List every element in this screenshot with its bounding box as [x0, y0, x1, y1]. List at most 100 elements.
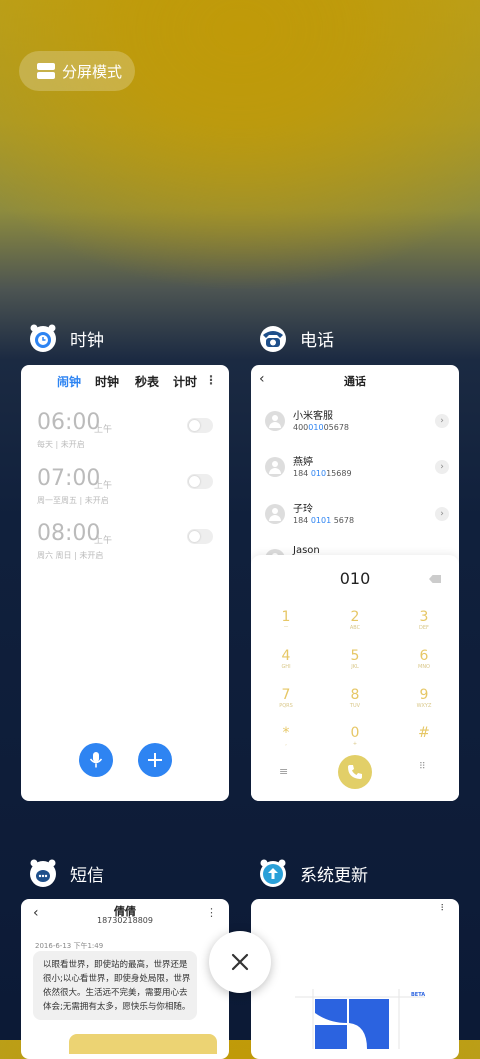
dial-key-digit: 6 [419, 648, 429, 664]
alarm-time: 07:00 [37, 466, 101, 491]
update-app-name: 系统更新 [300, 865, 368, 886]
clear-all-button[interactable] [209, 931, 271, 993]
microphone-icon [89, 752, 103, 768]
contact-row[interactable]: 燕婷 184 01015689 › [265, 451, 449, 487]
contact-name: 子玲 [293, 504, 313, 515]
alarm-time: 08:00 [37, 521, 101, 546]
beta-badge: BETA [411, 992, 426, 998]
contact-row[interactable]: 小米客服 40001005678 › [265, 405, 449, 441]
dial-key-letters: MNO [418, 664, 430, 670]
dial-key-letters: ABC [349, 625, 361, 631]
dial-key-digit: 0 [350, 725, 360, 741]
dial-key[interactable]: 1ㅡ [271, 609, 301, 631]
dial-key-letters: JKL [351, 664, 359, 670]
voice-alarm-button[interactable] [79, 743, 113, 777]
dial-key[interactable]: 6 MNO [409, 648, 439, 670]
contact-avatar [265, 411, 285, 431]
dial-key[interactable]: # [409, 725, 439, 741]
dial-key-letters: TUV [349, 703, 361, 709]
alarm-item[interactable]: 07:00 上午 周一至周五 | 未开启 [37, 466, 213, 510]
dial-key[interactable]: 4 GHI [271, 648, 301, 670]
dial-key-digit: 7 [281, 687, 291, 703]
dial-key-digit: 5 [350, 648, 360, 664]
dial-key-letters: , [285, 741, 287, 747]
split-screen-label: 分屏模式 [62, 62, 123, 81]
dial-key-digit: 2 [350, 609, 360, 625]
dial-key-letters: + [352, 741, 358, 747]
phone-app-icon [260, 326, 286, 352]
alarm-item[interactable]: 08:00 上午 周六 周日 | 未开启 [37, 521, 213, 565]
dial-key[interactable]: 3 DEF [409, 609, 439, 631]
split-screen-button[interactable]: 分屏模式 [19, 51, 135, 91]
more-options-icon[interactable]: ⋮ [206, 906, 217, 919]
dial-key[interactable]: *, [271, 725, 301, 747]
alarm-period: 上午 [94, 425, 113, 435]
update-app-header[interactable]: 系统更新 [258, 858, 368, 888]
phone-app-header[interactable]: 电话 [258, 323, 334, 353]
sms-app-card[interactable]: ‹ 倩倩 18730218809 ⋮ 2016-6-13 下午1:49 以眼看世… [21, 899, 229, 1059]
dial-key-letters: DEF [419, 625, 429, 631]
dial-key[interactable]: 9 WXYZ [409, 687, 439, 709]
phone-app-name: 电话 [300, 330, 334, 351]
dial-key-digit: 9 [419, 687, 429, 703]
dial-key-digit: 4 [281, 648, 291, 664]
more-options-icon[interactable]: ⠇ [440, 904, 447, 914]
message-timestamp: 2016-6-13 下午1:49 [35, 942, 104, 950]
more-options-icon[interactable]: ⋮ [205, 373, 217, 387]
menu-icon[interactable]: ≡ [279, 765, 288, 778]
clock-tabs: 闹钟 时钟 秒表 计时 ⋮ [21, 373, 229, 393]
alarm-detail: 周一至周五 | 未开启 [37, 496, 109, 505]
dial-input: 010 [339, 569, 371, 588]
update-app-icon [260, 859, 286, 887]
clock-app-header[interactable]: 时钟 [28, 323, 104, 353]
sms-app-header[interactable]: 短信 [28, 858, 104, 888]
tab-alarm[interactable]: 闹钟 [57, 373, 81, 390]
dial-key-digit: 3 [419, 609, 429, 625]
alarm-period: 上午 [94, 481, 113, 491]
dialpad: 010 1 ㅡ 2 ABC 3 DEF 4 GHI 5 JKL 6 MNO 7 PQRS 8 TUV 9 WXYZ… [251, 555, 459, 801]
clock-app-card[interactable]: 闹钟 时钟 秒表 计时 ⋮ 06:00 上午 每天 | 未开启 07:00 上午… [21, 365, 229, 801]
alarm-detail: 每天 | 未开启 [37, 440, 85, 449]
dial-key-digit: # [418, 725, 430, 741]
dial-key-letters: ㅡ [283, 625, 289, 631]
contact-name: 小米客服 [293, 411, 333, 422]
chevron-right-icon[interactable]: › [435, 460, 449, 474]
contact-row[interactable]: 子玲 184 0101 5678 › [265, 498, 449, 534]
sms-app-icon [30, 859, 56, 887]
chevron-right-icon[interactable]: › [435, 507, 449, 521]
alarm-period: 上午 [94, 536, 113, 546]
dial-key[interactable]: 5 JKL [340, 648, 370, 670]
call-button[interactable] [338, 755, 372, 789]
dial-key-digit: 1 [281, 609, 291, 625]
contact-number: 40001005678 [293, 423, 350, 432]
alarm-toggle[interactable] [187, 418, 213, 433]
tab-clock[interactable]: 时钟 [95, 373, 119, 390]
chevron-right-icon[interactable]: › [435, 414, 449, 428]
dial-key-letters: WXYZ [416, 703, 432, 709]
dial-key[interactable]: 8 TUV [340, 687, 370, 709]
contact-number: 184 01015689 [293, 469, 352, 478]
reply-bar[interactable] [69, 1034, 217, 1054]
plus-icon [148, 753, 162, 767]
alarm-detail: 周六 周日 | 未开启 [37, 551, 104, 560]
add-alarm-button[interactable] [138, 743, 172, 777]
tab-timer[interactable]: 计时 [173, 373, 197, 390]
alarm-item[interactable]: 06:00 上午 每天 | 未开启 [37, 410, 213, 454]
phone-app-card[interactable]: ‹ 通话 小米客服 40001005678 › 燕婷 184 01015689 … [251, 365, 459, 801]
dialpad-toggle-icon[interactable]: ⠿ [419, 762, 426, 772]
dial-key[interactable]: 7 PQRS [271, 687, 301, 709]
calls-title: 通话 [344, 375, 366, 388]
update-app-card[interactable]: ⠇ BETA [251, 899, 459, 1059]
dial-key-letters: GHI [281, 664, 291, 670]
contact-number: 184 0101 5678 [293, 516, 355, 525]
dial-key[interactable]: 0 + [340, 725, 370, 747]
alarm-toggle[interactable] [187, 529, 213, 544]
update-illustration [295, 989, 425, 1049]
contact-avatar [265, 457, 285, 477]
dial-key[interactable]: 2 ABC [340, 609, 370, 631]
tab-stopwatch[interactable]: 秒表 [135, 373, 159, 390]
alarm-toggle[interactable] [187, 474, 213, 489]
sms-app-name: 短信 [70, 865, 104, 886]
split-screen-icon [37, 63, 55, 79]
sms-contact-number: 18730218809 [97, 916, 153, 925]
